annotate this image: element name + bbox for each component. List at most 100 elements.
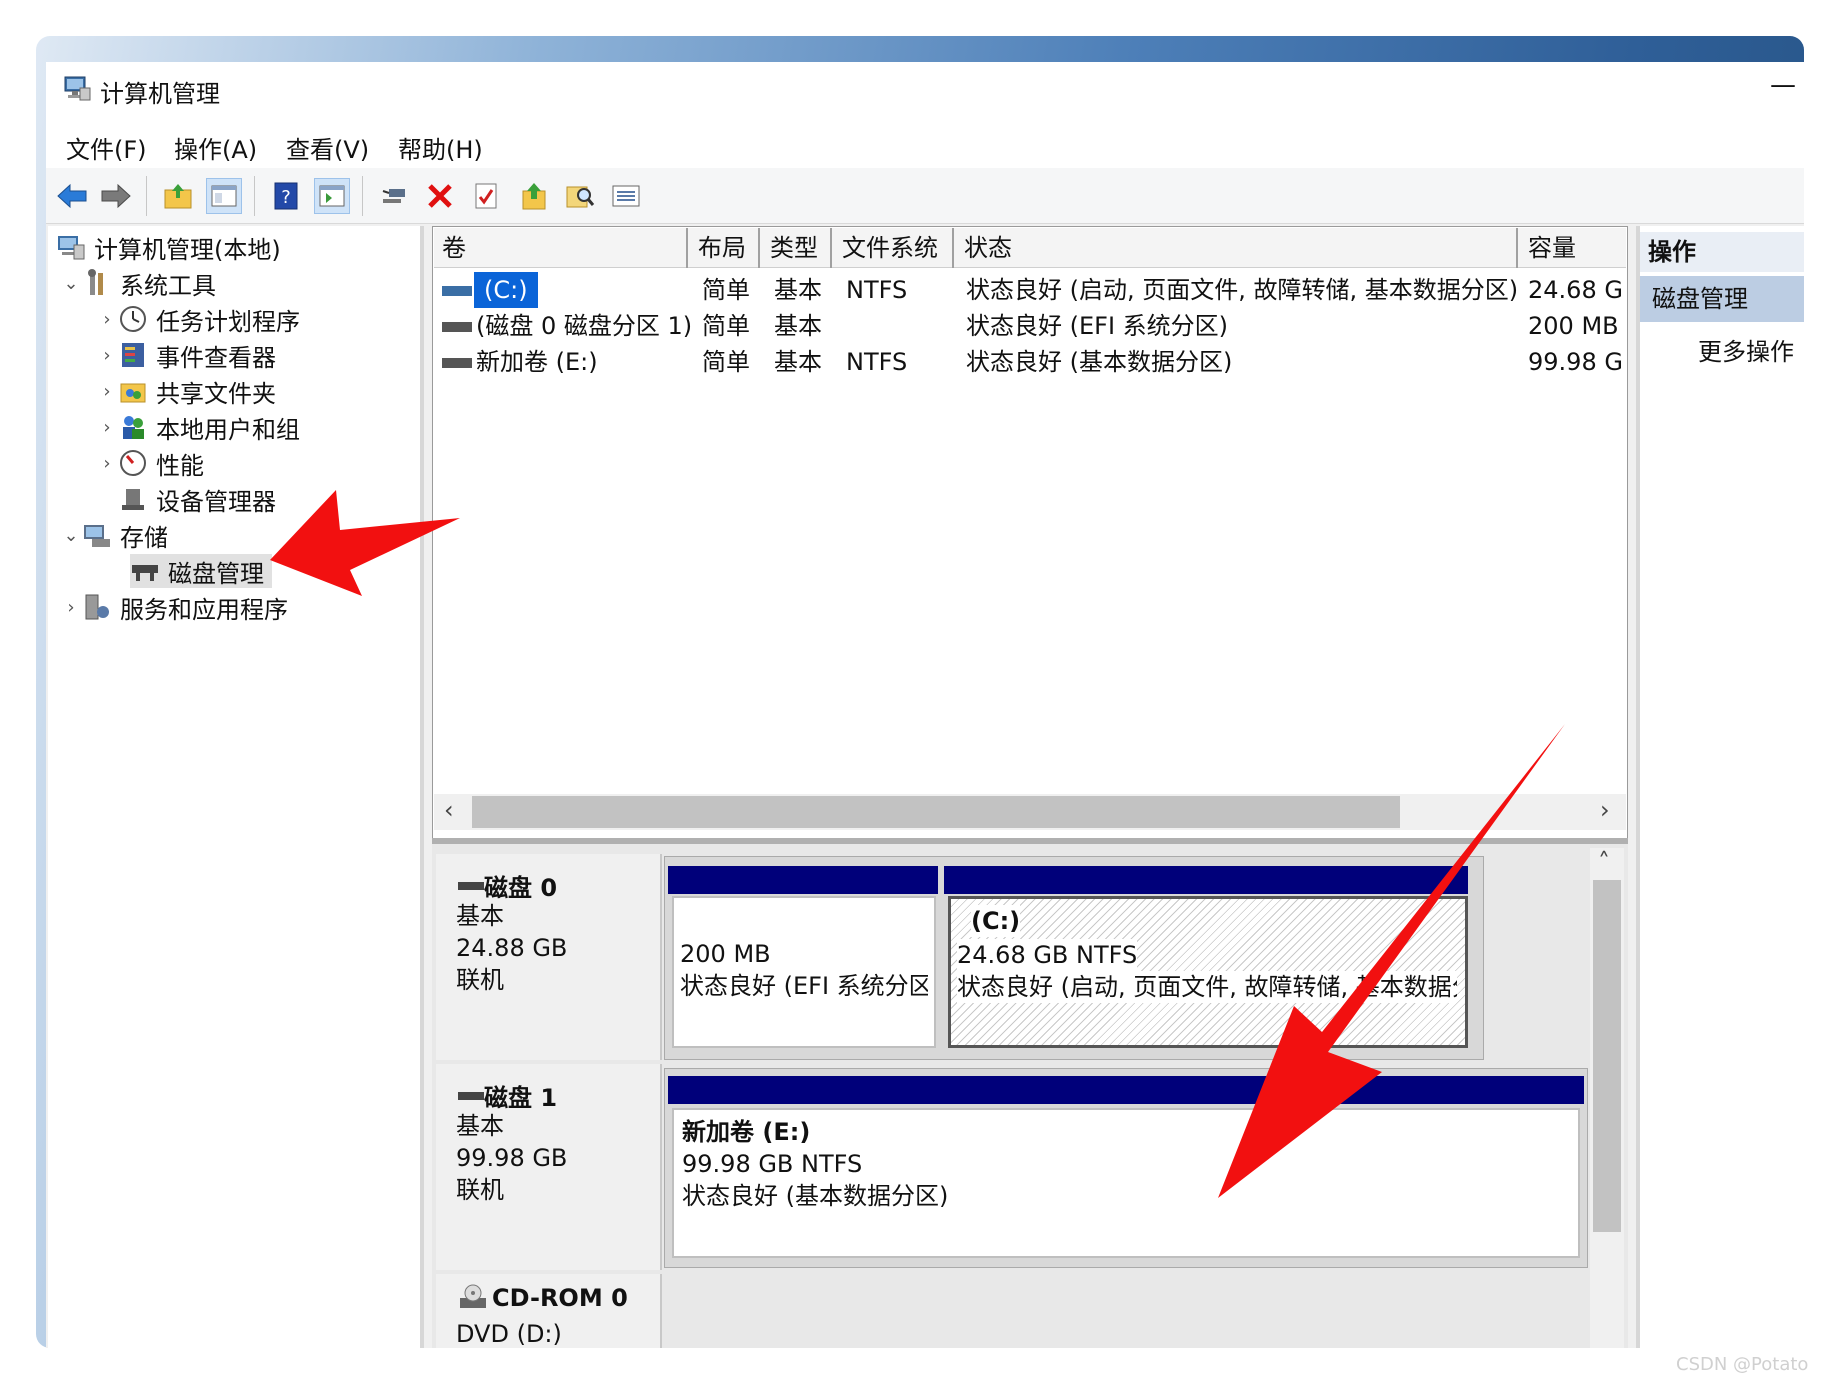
table-row[interactable]: 新加卷 (E:) 简单 基本 NTFS 状态良好 (基本数据分区) 99.98 … xyxy=(434,344,1626,380)
show-action-pane-icon[interactable] xyxy=(314,178,350,214)
tree-item-disk-management[interactable]: 磁盘管理 xyxy=(130,554,272,588)
partition-name: (C:) xyxy=(971,905,1021,937)
disk-icon xyxy=(458,1091,484,1100)
services-icon xyxy=(85,594,109,620)
volume-type: 基本 xyxy=(774,276,822,304)
export-icon[interactable] xyxy=(516,178,552,214)
chevron-right-icon[interactable]: › xyxy=(96,381,118,402)
disk-type: 基本 xyxy=(456,902,504,930)
delete-icon[interactable] xyxy=(422,178,458,214)
tree-item-device-manager[interactable]: 设备管理器 xyxy=(118,482,276,516)
tree-item-system-tools[interactable]: ⌄ 系统工具 xyxy=(60,266,216,300)
tree-item-task-scheduler[interactable]: › 任务计划程序 xyxy=(96,302,300,336)
tree-item-services[interactable]: › 服务和应用程序 xyxy=(60,590,288,624)
up-folder-icon[interactable] xyxy=(160,178,196,214)
tree-root[interactable]: 计算机管理(本地) xyxy=(56,230,281,264)
tree-item-shared-folders[interactable]: › 共享文件夹 xyxy=(96,374,276,408)
disk-name: CD-ROM 0 xyxy=(492,1284,628,1312)
help-icon[interactable]: ? xyxy=(268,178,304,214)
list-icon[interactable] xyxy=(608,178,644,214)
scroll-right-arrow[interactable]: › xyxy=(1600,796,1610,824)
connect-icon[interactable] xyxy=(376,178,412,214)
volume-status: 状态良好 (EFI 系统分区) xyxy=(966,312,1229,340)
search-icon[interactable] xyxy=(562,178,598,214)
chevron-right-icon[interactable]: › xyxy=(96,417,118,438)
more-actions-link[interactable]: 更多操作 xyxy=(1698,332,1794,367)
users-icon xyxy=(123,416,144,439)
svg-text:?: ? xyxy=(281,187,291,208)
volume-layout: 简单 xyxy=(702,276,750,304)
tree-item-label: 本地用户和组 xyxy=(156,415,300,444)
volume-icon xyxy=(442,322,472,332)
partition-name: 新加卷 (E:) xyxy=(682,1118,811,1146)
back-icon[interactable] xyxy=(54,178,90,214)
chevron-down-icon[interactable]: ⌄ xyxy=(60,273,82,294)
event-viewer-icon xyxy=(122,343,144,367)
volume-capacity: 99.98 GE xyxy=(1528,348,1624,376)
window-title: 计算机管理 xyxy=(100,80,220,108)
cdrom-0-card[interactable]: CD-ROM 0 DVD (D:) xyxy=(436,1274,662,1348)
vertical-scroll-thumb[interactable] xyxy=(1593,880,1621,1232)
actions-section-disk-management[interactable]: 磁盘管理 xyxy=(1640,276,1804,322)
column-header-filesystem[interactable]: 文件系统 xyxy=(834,228,954,268)
properties-icon[interactable] xyxy=(468,178,504,214)
partition-status: 状态良好 (基本数据分区) xyxy=(682,1182,949,1210)
tree-item-storage[interactable]: ⌄ 存储 xyxy=(60,518,168,552)
column-header-volume[interactable]: 卷 xyxy=(434,228,688,268)
volume-type: 基本 xyxy=(774,348,822,376)
volume-filesystem: NTFS xyxy=(846,348,908,376)
column-header-capacity[interactable]: 容量 xyxy=(1520,228,1624,268)
tree-item-label: 存储 xyxy=(120,523,168,552)
volume-filesystem: NTFS xyxy=(846,276,908,304)
minimize-button[interactable]: — xyxy=(1770,70,1796,100)
tree-item-local-users[interactable]: › 本地用户和组 xyxy=(96,410,300,444)
menu-help[interactable]: 帮助(H) xyxy=(398,130,483,165)
partition-size: 99.98 GB NTFS xyxy=(682,1150,863,1178)
table-row[interactable]: (C:) 简单 基本 NTFS 状态良好 (启动, 页面文件, 故障转储, 基本… xyxy=(434,272,1626,308)
table-row[interactable]: (磁盘 0 磁盘分区 1) 简单 基本 状态良好 (EFI 系统分区) 200 … xyxy=(434,308,1626,344)
volume-name: (C:) xyxy=(474,272,538,308)
computer-management-icon xyxy=(64,76,91,101)
volume-icon xyxy=(442,286,472,296)
disk-type: DVD (D:) xyxy=(456,1320,562,1348)
shared-folder-icon xyxy=(120,383,146,403)
device-manager-icon xyxy=(122,489,144,510)
tree-item-label: 设备管理器 xyxy=(156,487,276,516)
chevron-right-icon[interactable]: › xyxy=(96,309,118,330)
partition-efi[interactable]: 200 MB 状态良好 (EFI 系统分区 xyxy=(672,896,936,1048)
tree-root-label: 计算机管理(本地) xyxy=(94,235,281,264)
disk-name: 磁盘 1 xyxy=(484,1084,558,1112)
column-header-type[interactable]: 类型 xyxy=(762,228,832,268)
scroll-left-arrow[interactable]: ‹ xyxy=(444,796,454,824)
partition-size: 200 MB xyxy=(680,940,771,968)
tree-item-label: 共享文件夹 xyxy=(156,379,276,408)
tree-item-label: 磁盘管理 xyxy=(168,559,264,588)
toolbar-separator xyxy=(146,176,147,216)
menu-view[interactable]: 查看(V) xyxy=(286,130,369,165)
volume-name: (磁盘 0 磁盘分区 1) xyxy=(476,312,693,340)
menu-file[interactable]: 文件(F) xyxy=(66,130,147,165)
tree-item-performance[interactable]: › 性能 xyxy=(96,446,204,480)
tree-item-label: 服务和应用程序 xyxy=(120,595,288,624)
title-bar[interactable] xyxy=(46,62,1804,126)
watermark: CSDN @Potato xyxy=(1676,1354,1809,1375)
disk-name: 磁盘 0 xyxy=(484,874,558,902)
menu-action[interactable]: 操作(A) xyxy=(174,130,257,165)
computer-management-icon xyxy=(58,236,85,260)
chevron-down-icon[interactable]: ⌄ xyxy=(60,525,82,546)
chevron-right-icon[interactable]: › xyxy=(96,453,118,474)
disk-1-card[interactable]: 磁盘 1 基本 99.98 GB 联机 xyxy=(436,1064,662,1270)
column-header-status[interactable]: 状态 xyxy=(956,228,1518,268)
tree-item-event-viewer[interactable]: › 事件查看器 xyxy=(96,338,276,372)
forward-icon[interactable] xyxy=(98,178,134,214)
chevron-right-icon[interactable]: › xyxy=(60,597,82,618)
chevron-right-icon[interactable]: › xyxy=(96,345,118,366)
scroll-up-arrow[interactable]: ˄ xyxy=(1598,848,1610,876)
disk-size: 99.98 GB xyxy=(456,1144,568,1172)
column-header-layout[interactable]: 布局 xyxy=(690,228,760,268)
toolbar-separator xyxy=(254,176,255,216)
show-hide-tree-icon[interactable] xyxy=(206,178,242,214)
disk-0-card[interactable]: 磁盘 0 基本 24.88 GB 联机 xyxy=(436,854,662,1060)
volume-capacity: 24.68 GE xyxy=(1528,276,1624,304)
volume-layout: 简单 xyxy=(702,312,750,340)
